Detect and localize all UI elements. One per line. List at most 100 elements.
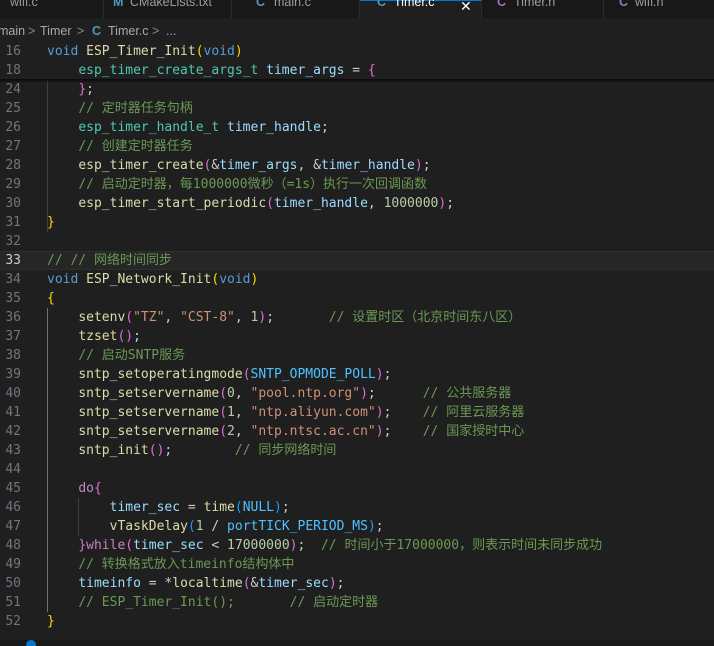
code-line[interactable]: 50 timeinfo = *localtime(&timer_sec);	[0, 574, 714, 593]
tab-label: wifi.c	[10, 0, 38, 9]
code-line[interactable]: 25 // 定时器任务句柄	[0, 99, 714, 118]
line-number: 32	[5, 234, 21, 249]
line-number: 52	[5, 614, 21, 629]
code-text: do{	[47, 479, 101, 498]
code-token: 17000000	[227, 538, 290, 553]
code-token: (	[187, 519, 196, 534]
code-line[interactable]: 18 esp_timer_create_args_t timer_args = …	[0, 61, 714, 80]
tab-timer-h[interactable]: C Timer.h	[482, 0, 604, 18]
tab-main-c[interactable]: C main.c	[232, 0, 360, 18]
code-token: (	[195, 44, 204, 59]
code-token: esp_timer_start_periodic	[78, 196, 267, 211]
tab-wifi-c[interactable]: wifi.c	[0, 0, 104, 18]
code-line[interactable]: 45 do{	[0, 479, 714, 498]
line-number: 39	[5, 367, 21, 382]
code-line[interactable]: 32	[0, 232, 714, 251]
c-file-icon: C	[377, 0, 387, 9]
remote-indicator-icon[interactable]	[26, 640, 36, 646]
code-line[interactable]: 48 }while(timer_sec < 17000000); // 时间小于…	[0, 536, 714, 555]
line-number: 18	[5, 63, 21, 78]
code-token: (	[219, 405, 228, 420]
code-token: timer_sec	[133, 538, 204, 553]
breadcrumb-folder-main[interactable]: main	[0, 24, 25, 38]
breadcrumb-file[interactable]: Timer.c	[108, 24, 149, 38]
breadcrumb-symbols[interactable]: ...	[166, 24, 176, 38]
code-token: do	[78, 481, 94, 496]
code-line[interactable]: 39 sntp_setoperatingmode(SNTP_OPMODE_POL…	[0, 365, 714, 384]
line-number: 36	[5, 310, 21, 325]
code-token: ,	[367, 196, 384, 211]
close-icon[interactable]: ✕	[460, 0, 472, 15]
code-token: timer_args	[266, 63, 345, 78]
code-line[interactable]: 33 // // 网络时间同步	[0, 251, 714, 270]
line-number: 45	[5, 481, 21, 496]
line-number: 50	[5, 576, 21, 591]
code-line[interactable]: 16 void ESP_Timer_Init(void)	[0, 42, 714, 61]
code-line[interactable]: 35 {	[0, 289, 714, 308]
code-line[interactable]: 30 esp_timer_start_periodic(timer_handle…	[0, 194, 714, 213]
line-number: 33	[5, 253, 21, 268]
tab-timer-c[interactable]: C Timer.c ✕	[360, 0, 482, 18]
code-token: }	[78, 82, 87, 97]
code-token: // 启动定时器，每1000000微秒（=1s）执行一次回调函数	[78, 177, 428, 192]
code-token: // 转换格式放入timeinfo结构体中	[78, 557, 295, 572]
code-token: ;	[164, 443, 235, 458]
code-token: // 启动SNTP服务	[78, 348, 186, 363]
code-token: )	[258, 310, 267, 325]
tab-wifi-h[interactable]: C wifi.h	[604, 0, 714, 18]
line-number: 27	[5, 139, 21, 154]
code-line[interactable]: 40 sntp_setservername(0, "pool.ntp.org")…	[0, 384, 714, 403]
code-line[interactable]: 36 setenv("TZ", "CST-8", 1); // 设置时区（北京时…	[0, 308, 714, 327]
code-token: timer_handle	[273, 196, 368, 211]
code-token: )	[375, 424, 384, 439]
code-editor[interactable]: 16 void ESP_Timer_Init(void) 18 esp_timer_…	[0, 42, 714, 640]
code-token: 0	[227, 386, 235, 401]
code-token: {	[367, 63, 376, 78]
breadcrumb-folder-timer[interactable]: Timer	[40, 24, 71, 38]
code-line[interactable]: 47 vTaskDelay(1 / portTICK_PERIOD_MS);	[0, 517, 714, 536]
code-line[interactable]: 31}	[0, 213, 714, 232]
tab-cmakelists[interactable]: M CMakeLists.txt	[104, 0, 232, 18]
code-token: )	[289, 538, 298, 553]
code-line[interactable]: 34 void ESP_Network_Init(void)	[0, 270, 714, 289]
code-line[interactable]: 37 tzset();	[0, 327, 714, 346]
code-token: /	[203, 519, 228, 534]
chevron-right-icon: >	[77, 24, 85, 38]
c-file-icon: C	[92, 24, 102, 38]
code-token: timer_handle	[227, 120, 321, 135]
code-token: ESP_Network_Init	[86, 272, 212, 287]
code-line[interactable]: 28 esp_timer_create(&timer_args, &timer_…	[0, 156, 714, 175]
code-token: timer_args	[219, 158, 298, 173]
code-line[interactable]: 44	[0, 460, 714, 479]
code-token: }	[47, 215, 55, 230]
code-token: {	[47, 291, 55, 306]
code-text: // 转换格式放入timeinfo结构体中	[47, 555, 294, 574]
code-token: "ntp.aliyun.com"	[250, 405, 376, 420]
code-line[interactable]: 52}	[0, 612, 714, 631]
code-line[interactable]: 49 // 转换格式放入timeinfo结构体中	[0, 555, 714, 574]
code-line[interactable]: 29 // 启动定时器，每1000000微秒（=1s）执行一次回调函数	[0, 175, 714, 194]
code-line[interactable]: 27 // 创建定时器任务	[0, 137, 714, 156]
code-token: <	[203, 538, 228, 553]
code-line[interactable]: 42 sntp_setservername(2, "ntp.ntsc.ac.cn…	[0, 422, 714, 441]
code-line[interactable]: 41 sntp_setservername(1, "ntp.aliyun.com…	[0, 403, 714, 422]
code-line[interactable]: 38 // 启动SNTP服务	[0, 346, 714, 365]
code-line[interactable]: 51 // ESP_Timer_Init(); // 启动定时器	[0, 593, 714, 612]
line-number: 42	[5, 424, 21, 439]
code-token: sntp_setservername	[78, 424, 220, 439]
code-line[interactable]: 43 sntp_init(); // 同步网络时间	[0, 441, 714, 460]
code-line[interactable]: 26 esp_timer_handle_t timer_handle;	[0, 118, 714, 137]
code-token: )	[438, 196, 447, 211]
code-line[interactable]: 46 timer_sec = time(NULL);	[0, 498, 714, 517]
code-text: // 启动定时器，每1000000微秒（=1s）执行一次回调函数	[47, 175, 427, 194]
code-token: (	[219, 424, 228, 439]
code-text: }	[47, 213, 55, 232]
code-token: "ntp.ntsc.ac.cn"	[250, 424, 376, 439]
